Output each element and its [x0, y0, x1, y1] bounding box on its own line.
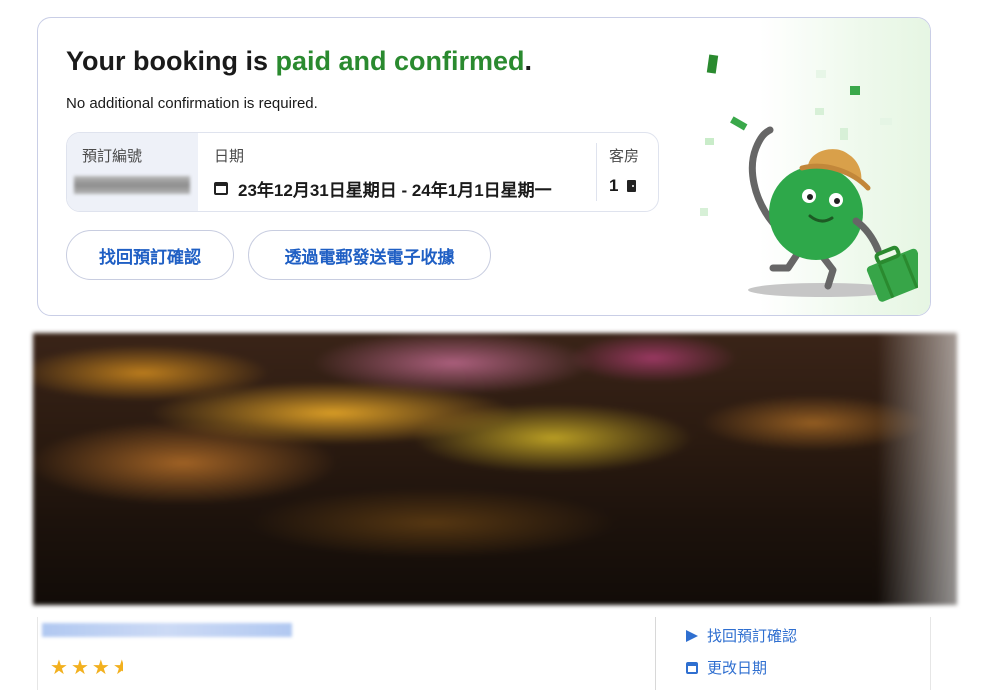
calendar-icon [214, 182, 228, 195]
property-name-redacted [42, 623, 292, 637]
confetti-piece [706, 54, 719, 74]
confetti-piece [700, 208, 708, 216]
mascot-pupil [807, 194, 813, 200]
hero-edge-fade [877, 333, 957, 605]
booking-date-row: 23年12月31日星期日 - 24年1月1日星期一 [214, 176, 596, 201]
confirmation-subline: No additional confirmation is required. [66, 95, 318, 112]
confetti-piece [815, 108, 824, 115]
mascot-body [769, 166, 863, 260]
booking-reference-redacted [74, 176, 190, 194]
confetti-piece [880, 118, 892, 125]
confirmation-headline: Your booking is paid and confirmed. [66, 46, 532, 77]
mascot-arm [852, 217, 882, 254]
email-receipt-button[interactable]: 透過電郵發送電子收據 [248, 230, 491, 280]
confetti-piece [705, 138, 714, 145]
confetti-piece [840, 128, 848, 140]
mascot-pupil [834, 198, 840, 204]
booking-details-box: 預訂編號 日期 23年12月31日星期日 - 24年1月1日星期一 客房 1 [66, 132, 659, 212]
star-icon: ★ [112, 657, 123, 679]
star-icon: ★ [50, 657, 68, 679]
headline-prefix: Your booking is [66, 46, 276, 76]
retrieve-confirmation-button[interactable]: 找回預訂確認 [66, 230, 234, 280]
retrieve-confirmation-link-label: 找回預訂確認 [707, 628, 798, 645]
booking-date-value: 23年12月31日星期日 - 24年1月1日星期一 [238, 181, 552, 200]
booking-date-cell: 日期 23年12月31日星期日 - 24年1月1日星期一 [198, 133, 596, 211]
change-dates-link[interactable]: 更改日期 [686, 657, 767, 678]
booking-rooms-value: 1 [609, 176, 619, 195]
booking-rooms-cell: 客房 1 [596, 143, 658, 201]
send-icon [686, 629, 698, 642]
star-rating: ★ ★ ★ ★ [50, 655, 123, 680]
booking-date-label: 日期 [214, 148, 245, 165]
calendar-icon [686, 661, 698, 674]
headline-suffix: . [524, 46, 533, 76]
booking-rooms-label: 客房 [609, 148, 640, 165]
confetti-piece [816, 70, 826, 78]
confetti-piece [730, 116, 748, 131]
retrieve-confirmation-link[interactable]: 找回預訂確認 [686, 625, 797, 646]
star-icon: ★ [70, 657, 89, 679]
booking-confirmation-card: Your booking is paid and confirmed. No a… [37, 17, 931, 316]
mascot-leg [769, 249, 802, 272]
property-summary: ★ ★ ★ ★ [37, 617, 657, 690]
hotel-hero-image [33, 333, 957, 605]
star-icon: ★ [91, 657, 110, 679]
confetti-piece [850, 86, 860, 95]
booking-reference-label: 預訂編號 [82, 148, 143, 165]
headline-accent: paid and confirmed [275, 46, 525, 76]
door-icon [627, 180, 637, 192]
booking-rooms-row: 1 [609, 176, 658, 196]
booking-reference-cell: 預訂編號 [67, 133, 198, 211]
celebration-mascot-illustration [700, 54, 918, 302]
change-dates-link-label: 更改日期 [707, 660, 768, 677]
booking-actions-panel: 找回預訂確認 更改日期 [655, 617, 931, 690]
